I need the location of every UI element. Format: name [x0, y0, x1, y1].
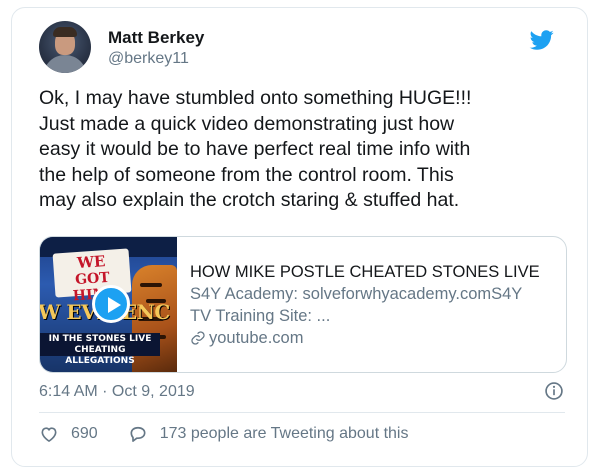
link-card-title: HOW MIKE POSTLE CHEATED STONES LIVE: [190, 263, 540, 281]
link-icon: [191, 331, 205, 345]
link-card-domain: youtube.com: [190, 327, 556, 349]
heart-icon: [41, 427, 57, 442]
thumbnail-banner: IN THE STONES LIVE CHEATING ALLEGATIONS: [40, 333, 160, 366]
video-thumbnail[interactable]: WE GOT HIM! W EVIDENC IN THE STONES LIVE…: [40, 237, 177, 372]
tweet-timestamp[interactable]: 6:14 AM · Oct 9, 2019: [39, 383, 195, 401]
banner-line-1: IN THE STONES LIVE: [48, 334, 152, 344]
link-preview-card[interactable]: WE GOT HIM! W EVIDENC IN THE STONES LIVE…: [39, 236, 567, 373]
divider: [39, 412, 565, 413]
author-name[interactable]: Matt Berkey: [108, 28, 204, 48]
author-handle[interactable]: @berkey11: [108, 50, 189, 68]
twitter-bird-icon[interactable]: [528, 28, 556, 52]
tweet-actions: 690 173 people are Tweeting about this: [39, 424, 408, 444]
tweeting-about-link[interactable]: 173 people are Tweeting about this: [128, 424, 409, 444]
domain-text: youtube.com: [209, 329, 304, 347]
link-card-description-1: S4Y Academy: solveforwhyacademy.comS4Y: [190, 285, 523, 303]
banner-line-2: CHEATING ALLEGATIONS: [65, 345, 135, 366]
link-card-description-2: TV Training Site: ...: [190, 307, 331, 325]
tweet-text: Ok, I may have stumbled onto something H…: [39, 87, 472, 212]
speech-bubble-icon: [130, 426, 146, 442]
like-count: 690: [71, 425, 98, 442]
like-button[interactable]: 690: [39, 424, 128, 444]
link-card-info: HOW MIKE POSTLE CHEATED STONES LIVE S4Y …: [190, 261, 556, 349]
avatar[interactable]: [39, 21, 91, 73]
tweet-card: Matt Berkey @berkey11 Ok, I may have stu…: [11, 7, 588, 467]
tweeting-text: 173 people are Tweeting about this: [159, 425, 409, 442]
play-icon[interactable]: [92, 285, 130, 323]
info-icon[interactable]: [544, 381, 564, 401]
